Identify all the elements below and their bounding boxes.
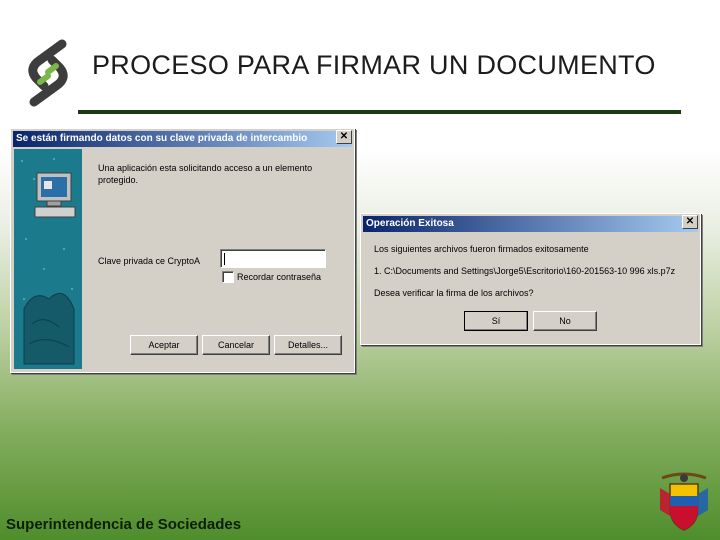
close-icon[interactable]: ✕ [682,215,698,229]
success-file-line: 1. C:\Documents and Settings\Jorge5\Escr… [374,266,676,276]
success-dialog: Operación Exitosa ✕ Los siguientes archi… [360,213,701,345]
password-input[interactable] [220,249,326,268]
no-button[interactable]: No [533,311,597,331]
company-logo [28,39,68,107]
details-button[interactable]: Detalles... [274,335,342,355]
sign-message-line2: protegido. [98,175,139,185]
computer-icon [34,172,76,218]
coat-of-arms [660,472,708,531]
remember-password-checkbox[interactable] [222,271,234,283]
success-dialog-title: Operación Exitosa [366,218,454,229]
success-question: Desea verificar la firma de los archivos… [374,288,534,298]
sign-message-line1: Una aplicación esta solicitando acceso a… [98,163,313,173]
success-dialog-titlebar[interactable]: Operación Exitosa [363,216,698,232]
sign-dialog-titlebar[interactable]: Se están firmando datos con su clave pri… [13,131,352,147]
text-caret [224,253,225,265]
slide-title: PROCESO PARA FIRMAR UN DOCUMENTO [92,50,656,80]
title-divider [78,110,681,114]
password-label: Clave privada ce CryptoA [98,256,201,266]
success-line1: Los siguientes archivos fueron firmados … [374,244,589,254]
footer-organization: Superintendencia de Sociedades [6,516,242,533]
yes-button[interactable]: Sí [464,311,528,331]
remember-password-label: Recordar contraseña [237,272,322,282]
accept-button[interactable]: Aceptar [130,335,198,355]
cancel-button[interactable]: Cancelar [202,335,270,355]
sign-dialog-title: Se están firmando datos con su clave pri… [16,133,308,144]
close-icon[interactable]: ✕ [336,130,352,144]
sign-dialog: Se están firmando datos con su clave pri… [10,128,355,373]
